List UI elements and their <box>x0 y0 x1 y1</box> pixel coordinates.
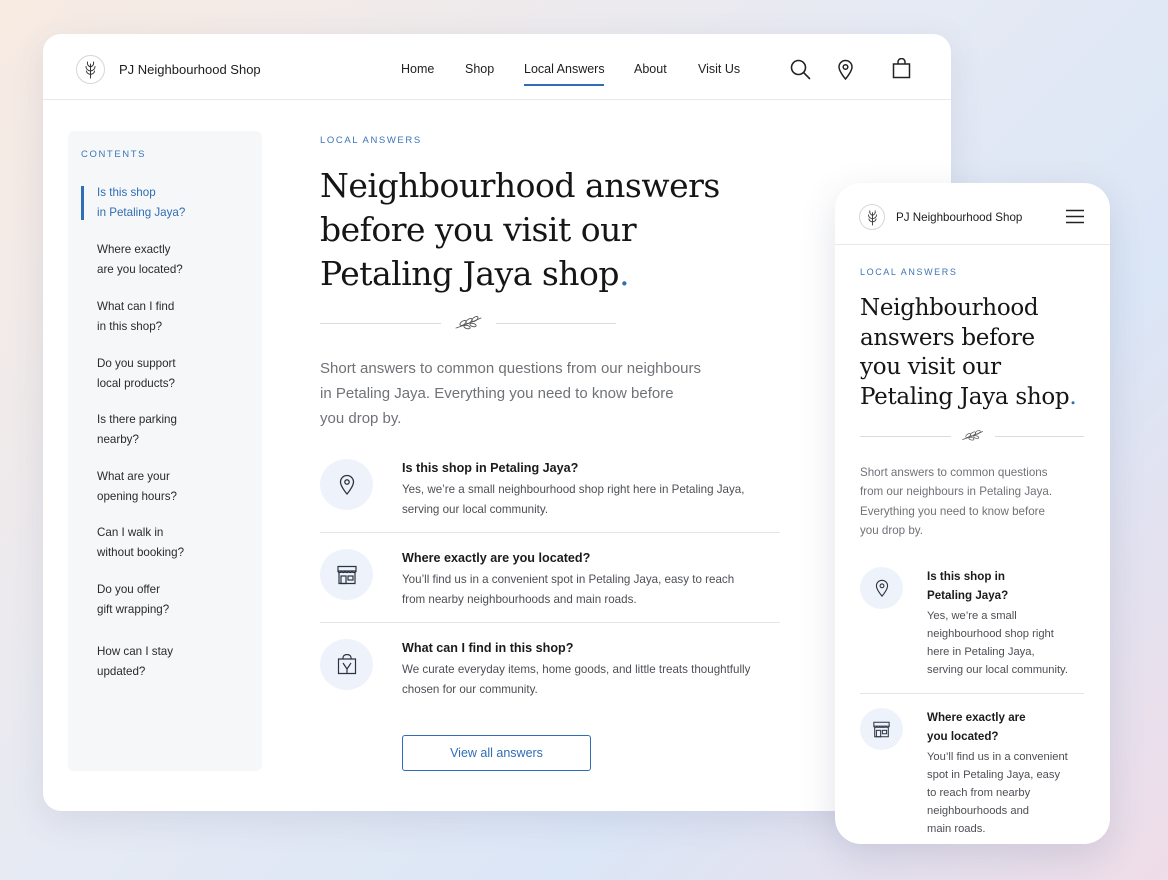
toc-item-what-can-i-find[interactable]: What can I find in this shop? <box>97 297 217 337</box>
brand-name[interactable]: PJ Neighbourhood Shop <box>896 211 1022 224</box>
toc-item-stay-updated[interactable]: How can I stay updated? <box>97 642 217 682</box>
nav-home[interactable]: Home <box>401 62 434 76</box>
nav-local-answers[interactable]: Local Answers <box>524 62 605 76</box>
mobile-header: PJ Neighbourhood Shop <box>835 183 1110 245</box>
gift-bag-icon <box>320 639 373 690</box>
hamburger-menu-icon[interactable] <box>1065 209 1085 229</box>
faq-question[interactable]: Where exactly are you located? <box>402 551 590 565</box>
intro-paragraph: Short answers to common questions from o… <box>320 360 702 427</box>
faq-question[interactable]: What can I find in this shop? <box>402 641 573 655</box>
toc-item-opening-hours[interactable]: What are your opening hours? <box>97 467 217 507</box>
desktop-window: PJ Neighbourhood Shop Home Shop Local An… <box>43 34 951 811</box>
page-title: Neighbourhood answers before you visit o… <box>860 295 1077 410</box>
nav-shop[interactable]: Shop <box>465 62 494 76</box>
shopping-bag-icon[interactable] <box>890 57 912 80</box>
toc-item-parking[interactable]: Is there parking nearby? <box>97 410 217 450</box>
toc-item-gift-wrapping[interactable]: Do you offer gift wrapping? <box>97 580 217 620</box>
faq-answer: Yes, we’re a small neighbourhood shop ri… <box>402 483 745 516</box>
leaf-ornament-icon <box>961 429 985 447</box>
nav-visit-us[interactable]: Visit Us <box>698 62 740 76</box>
storefront-icon <box>860 708 903 750</box>
faq-question[interactable]: Is this shop in Petaling Jaya? <box>927 567 1087 605</box>
storefront-icon <box>320 549 373 600</box>
divider-left <box>320 323 441 324</box>
view-all-answers-button[interactable]: View all answers <box>402 735 591 771</box>
faq-answer: You’ll find us in a convenient spot in P… <box>402 573 735 606</box>
faq-question[interactable]: Is this shop in Petaling Jaya? <box>402 461 578 475</box>
faq-question[interactable]: Where exactly are you located? <box>927 708 1087 746</box>
toc-active-indicator <box>81 186 84 220</box>
faq-separator <box>320 622 780 623</box>
site-header: PJ Neighbourhood Shop Home Shop Local An… <box>43 34 951 100</box>
faq-answer: We curate everyday items, home goods, an… <box>402 663 751 696</box>
location-pin-icon <box>860 567 903 609</box>
divider-left <box>860 436 951 437</box>
page-title: Neighbourhood answers before you visit o… <box>320 166 720 293</box>
section-eyebrow: LOCAL ANSWERS <box>320 135 422 146</box>
faq-answer: Yes, we’re a small neighbourhood shop ri… <box>927 610 1068 676</box>
divider-right <box>496 323 616 324</box>
mobile-window: PJ Neighbourhood Shop LOCAL ANSWERS Neig… <box>835 183 1110 844</box>
faq-separator <box>860 693 1084 694</box>
toc-item-local-products[interactable]: Do you support local products? <box>97 354 217 394</box>
logo-icon[interactable] <box>859 204 885 230</box>
brand-name[interactable]: PJ Neighbourhood Shop <box>119 62 261 77</box>
location-pin-icon[interactable] <box>835 58 855 80</box>
section-eyebrow: LOCAL ANSWERS <box>860 267 958 277</box>
nav-active-underline <box>524 84 604 86</box>
contents-sidebar: CONTENTS Is this shop in Petaling Jaya? W… <box>68 131 262 771</box>
toc-item-where-located[interactable]: Where exactly are you located? <box>97 240 217 280</box>
search-icon[interactable] <box>789 58 811 80</box>
faq-answer: You’ll find us in a convenient spot in P… <box>927 751 1068 835</box>
faq-separator <box>320 532 780 533</box>
nav-about[interactable]: About <box>634 62 667 76</box>
toc-item-walk-in[interactable]: Can I walk in without booking? <box>97 523 217 563</box>
location-pin-icon <box>320 459 373 510</box>
toc-item-is-this-shop[interactable]: Is this shop in Petaling Jaya? <box>97 183 217 223</box>
divider-right <box>995 436 1084 437</box>
contents-title: CONTENTS <box>81 149 147 160</box>
leaf-ornament-icon <box>454 315 484 336</box>
logo-icon[interactable] <box>76 55 105 84</box>
intro-paragraph: Short answers to common questions from o… <box>860 466 1053 537</box>
